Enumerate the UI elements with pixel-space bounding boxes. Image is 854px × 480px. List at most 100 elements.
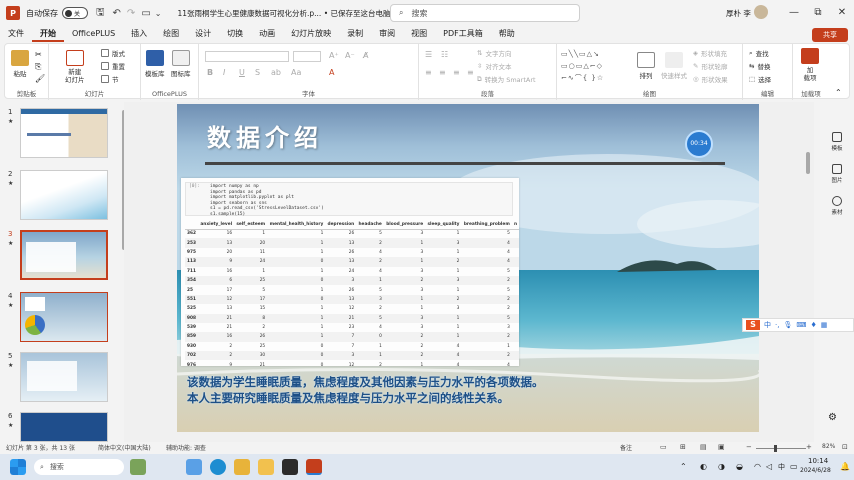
grow-font-icon[interactable]: A⁺ bbox=[329, 51, 339, 60]
notes-button[interactable]: 备注 bbox=[620, 443, 632, 452]
zoom-slider[interactable] bbox=[756, 448, 806, 449]
language-status[interactable]: 简体中文(中国大陆) bbox=[98, 443, 151, 452]
strikethrough-button[interactable]: S bbox=[255, 68, 260, 77]
align-center-icon[interactable]: ≡ bbox=[439, 68, 446, 77]
align-left-icon[interactable]: ≡ bbox=[425, 68, 432, 77]
menu-tab[interactable]: OfficePLUS bbox=[64, 26, 123, 42]
battery-icon[interactable]: ▭ bbox=[790, 462, 798, 471]
bold-button[interactable]: B bbox=[207, 68, 213, 77]
collapse-ribbon-icon[interactable]: ⌃ bbox=[835, 88, 842, 97]
menu-tab[interactable]: 幻灯片放映 bbox=[283, 26, 339, 42]
slide-caption-line-1[interactable]: 该数据为学生睡眠质量，焦虑程度及其他因素与压力水平的各项数据。 bbox=[187, 374, 544, 390]
ime-toolbar[interactable]: S 中 ·, 🎙 ⌨ ♦ ▦ bbox=[742, 318, 854, 332]
notification-icon[interactable]: 🔔 bbox=[840, 462, 850, 471]
zoom-out-icon[interactable]: − bbox=[746, 443, 752, 451]
arrange-button[interactable]: 排列 bbox=[637, 52, 655, 80]
terminal-icon[interactable] bbox=[282, 459, 298, 475]
cut-icon[interactable]: ✂ bbox=[35, 50, 42, 59]
fit-to-window-icon[interactable]: ⊡ bbox=[842, 443, 848, 451]
slideshow-view-icon[interactable]: ▣ bbox=[718, 443, 725, 451]
paste-button[interactable]: 粘贴 bbox=[11, 50, 29, 78]
menu-tab[interactable]: 设计 bbox=[187, 26, 219, 42]
volume-icon[interactable]: ◁ bbox=[766, 462, 772, 471]
menu-tab[interactable]: 插入 bbox=[123, 26, 155, 42]
menu-tab[interactable]: 绘图 bbox=[155, 26, 187, 42]
customize-toolbar-icon[interactable]: ⌄ bbox=[155, 9, 162, 18]
tray-app-icon[interactable]: ◐ bbox=[700, 462, 707, 471]
icon-library-button[interactable]: 图标库 bbox=[171, 50, 191, 78]
char-spacing-button[interactable]: ab bbox=[271, 68, 281, 77]
share-button[interactable]: 共享 bbox=[812, 28, 848, 42]
clock-time[interactable]: 10:14 bbox=[808, 457, 828, 465]
pane-item-picture[interactable]: 图片 bbox=[824, 164, 850, 184]
shape-effects-button[interactable]: ◎ 形状效果 bbox=[693, 74, 728, 84]
menu-tab[interactable]: 视图 bbox=[403, 26, 435, 42]
reading-view-icon[interactable]: ▤ bbox=[700, 443, 707, 451]
paint-icon[interactable] bbox=[234, 459, 250, 475]
slide-thumbnail-1[interactable] bbox=[20, 108, 108, 158]
keyboard-icon[interactable]: ⌨ bbox=[796, 321, 806, 329]
numbering-icon[interactable]: ☷ bbox=[441, 50, 448, 59]
document-title[interactable]: 11张雨桐学生心里健康数据可视化分析.p... • 已保存至这台电脑 ∨ bbox=[177, 8, 398, 19]
ime-indicator[interactable]: 中 bbox=[778, 462, 785, 472]
powerpoint-taskbar-icon[interactable] bbox=[306, 459, 322, 475]
shape-fill-button[interactable]: ◈ 形状填充 bbox=[693, 48, 727, 58]
font-family-dropdown[interactable] bbox=[205, 51, 289, 62]
undo-icon[interactable]: ↶ bbox=[113, 8, 121, 19]
replace-button[interactable]: ⇆ 替换 bbox=[749, 61, 770, 71]
shape-outline-button[interactable]: ✎ 形状轮廓 bbox=[693, 61, 727, 71]
clock-date[interactable]: 2024/6/28 bbox=[800, 467, 831, 474]
slide-thumbnail-5[interactable] bbox=[20, 352, 108, 402]
close-button[interactable]: ✕ bbox=[824, 7, 854, 18]
system-tray-chevron-icon[interactable]: ⌃ bbox=[680, 462, 687, 471]
slide-caption-line-2[interactable]: 本人主要研究睡眠质量及焦虑程度与压力水平之间的线性关系。 bbox=[187, 390, 509, 406]
zoom-level[interactable]: 82% bbox=[822, 443, 835, 450]
toolbox-icon[interactable]: ▦ bbox=[821, 321, 828, 329]
punctuation-icon[interactable]: ·, bbox=[775, 321, 779, 329]
justify-icon[interactable]: ≡ bbox=[467, 68, 474, 77]
code-screenshot-image[interactable]: [0]: import numpy as np import pandas as … bbox=[181, 178, 519, 368]
quick-styles-button[interactable]: 快速样式 bbox=[661, 52, 687, 80]
user-name[interactable]: 厚朴 李 bbox=[726, 8, 751, 19]
find-button[interactable]: ⌕ 查找 bbox=[749, 48, 769, 59]
align-right-icon[interactable]: ≡ bbox=[453, 68, 460, 77]
smartart-button[interactable]: ⧉ 转换为 SmartArt bbox=[477, 74, 536, 85]
microphone-icon[interactable]: 🎙 bbox=[783, 321, 792, 329]
edge-browser-icon[interactable] bbox=[210, 459, 226, 475]
ime-mode[interactable]: 中 bbox=[764, 320, 771, 330]
underline-button[interactable]: U bbox=[239, 68, 245, 77]
current-slide[interactable]: 数据介绍 00:34 [0]: import numpy as np import… bbox=[177, 104, 759, 432]
avatar[interactable] bbox=[754, 5, 768, 19]
present-from-start-icon[interactable]: ▭ bbox=[141, 8, 150, 19]
windows-start-icon[interactable] bbox=[10, 459, 26, 475]
copy-icon[interactable]: ⎘ bbox=[35, 62, 41, 72]
text-direction-button[interactable]: ⇅ 文字方向 bbox=[477, 48, 511, 58]
zoom-in-icon[interactable]: + bbox=[806, 443, 812, 451]
task-view-icon[interactable] bbox=[186, 459, 202, 475]
shapes-gallery[interactable]: ▭╲╲▭△↘ ▭○▭△⌐◇ ⌐∿⌒{ }☆ bbox=[561, 48, 633, 86]
menu-tab[interactable]: 动画 bbox=[251, 26, 283, 42]
select-button[interactable]: ⬚ 选择 bbox=[749, 74, 771, 84]
menu-tab[interactable]: 开始 bbox=[32, 26, 64, 42]
slide-thumbnail-3[interactable] bbox=[20, 230, 108, 280]
search-box[interactable]: ⌕ 搜索 bbox=[390, 4, 580, 22]
font-color-button[interactable]: A bbox=[329, 68, 334, 77]
file-explorer-icon[interactable] bbox=[258, 459, 274, 475]
menu-tab[interactable]: 录制 bbox=[339, 26, 371, 42]
autosave-toggle[interactable]: 关 bbox=[62, 7, 88, 19]
shrink-font-icon[interactable]: A⁻ bbox=[345, 51, 355, 60]
sorter-view-icon[interactable]: ⊞ bbox=[680, 443, 686, 451]
skin-icon[interactable]: ♦ bbox=[810, 321, 816, 329]
save-icon[interactable]: 🖫 bbox=[96, 5, 105, 22]
format-painter-icon[interactable]: 🖌 bbox=[35, 74, 45, 83]
tray-app-icon[interactable]: ◒ bbox=[736, 462, 743, 471]
slide-thumbnail-2[interactable] bbox=[20, 170, 108, 220]
layout-button[interactable]: 版式 bbox=[101, 48, 125, 58]
menu-tab[interactable]: 文件 bbox=[0, 26, 32, 42]
slide-thumbnail-6[interactable] bbox=[20, 412, 108, 442]
zoom-slider-thumb[interactable] bbox=[774, 445, 777, 452]
menu-tab[interactable]: 审阅 bbox=[371, 26, 403, 42]
pane-item-template[interactable]: 模板 bbox=[824, 132, 850, 152]
slide-title[interactable]: 数据介绍 bbox=[207, 118, 323, 153]
tray-app-icon[interactable]: ◑ bbox=[718, 462, 725, 471]
